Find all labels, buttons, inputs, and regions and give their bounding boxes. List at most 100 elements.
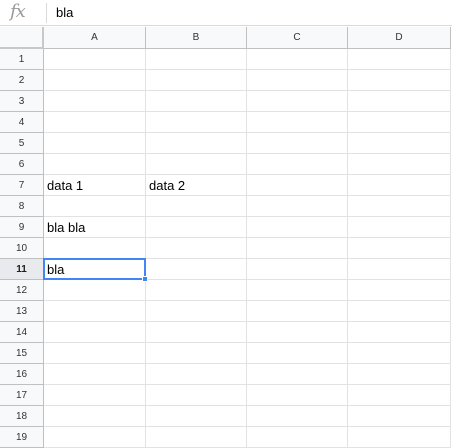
cell-b2[interactable] <box>146 70 247 91</box>
cell-d8[interactable] <box>348 196 451 217</box>
cell-b17[interactable] <box>146 385 247 406</box>
cell-a10[interactable] <box>44 238 146 259</box>
cell-d13[interactable] <box>348 301 451 322</box>
row-header-12[interactable]: 12 <box>0 280 44 301</box>
row-header-16[interactable]: 16 <box>0 364 44 385</box>
cell-c6[interactable] <box>247 154 348 175</box>
cell-b7[interactable]: data 2 <box>146 175 247 196</box>
cell-b18[interactable] <box>146 406 247 427</box>
row-header-3[interactable]: 3 <box>0 91 44 112</box>
cell-c17[interactable] <box>247 385 348 406</box>
row-header-9[interactable]: 9 <box>0 217 44 238</box>
cell-c14[interactable] <box>247 322 348 343</box>
cell-c4[interactable] <box>247 112 348 133</box>
column-header-c[interactable]: C <box>247 27 348 49</box>
cell-a11[interactable]: bla <box>44 259 146 280</box>
cell-a2[interactable] <box>44 70 146 91</box>
cell-d6[interactable] <box>348 154 451 175</box>
cell-d14[interactable] <box>348 322 451 343</box>
cell-b10[interactable] <box>146 238 247 259</box>
cell-a7[interactable]: data 1 <box>44 175 146 196</box>
cell-c10[interactable] <box>247 238 348 259</box>
cell-c5[interactable] <box>247 133 348 154</box>
cell-d17[interactable] <box>348 385 451 406</box>
cell-c13[interactable] <box>247 301 348 322</box>
cell-c7[interactable] <box>247 175 348 196</box>
cell-c1[interactable] <box>247 49 348 70</box>
cell-d10[interactable] <box>348 238 451 259</box>
cell-d2[interactable] <box>348 70 451 91</box>
cell-d18[interactable] <box>348 406 451 427</box>
cell-a4[interactable] <box>44 112 146 133</box>
cell-d7[interactable] <box>348 175 451 196</box>
cell-c15[interactable] <box>247 343 348 364</box>
cell-d4[interactable] <box>348 112 451 133</box>
cell-d3[interactable] <box>348 91 451 112</box>
cell-a9[interactable]: bla bla <box>44 217 146 238</box>
cell-b15[interactable] <box>146 343 247 364</box>
cell-b19[interactable] <box>146 427 247 448</box>
cell-a5[interactable] <box>44 133 146 154</box>
cell-d9[interactable] <box>348 217 451 238</box>
cell-c3[interactable] <box>247 91 348 112</box>
column-header-a[interactable]: A <box>44 27 146 49</box>
fill-handle[interactable] <box>142 276 148 282</box>
cell-c12[interactable] <box>247 280 348 301</box>
row-header-15[interactable]: 15 <box>0 343 44 364</box>
cell-b11[interactable] <box>146 259 247 280</box>
cell-b9[interactable] <box>146 217 247 238</box>
cell-d5[interactable] <box>348 133 451 154</box>
cell-a15[interactable] <box>44 343 146 364</box>
row-header-2[interactable]: 2 <box>0 70 44 91</box>
cell-a19[interactable] <box>44 427 146 448</box>
row-header-10[interactable]: 10 <box>0 238 44 259</box>
cell-a18[interactable] <box>44 406 146 427</box>
cell-d11[interactable] <box>348 259 451 280</box>
cell-a12[interactable] <box>44 280 146 301</box>
cell-a16[interactable] <box>44 364 146 385</box>
cell-a17[interactable] <box>44 385 146 406</box>
cell-b14[interactable] <box>146 322 247 343</box>
cell-b8[interactable] <box>146 196 247 217</box>
row-header-11[interactable]: 11 <box>0 259 44 280</box>
cell-b3[interactable] <box>146 91 247 112</box>
select-all-corner[interactable] <box>0 27 44 49</box>
column-header-b[interactable]: B <box>146 27 247 49</box>
row-header-1[interactable]: 1 <box>0 49 44 70</box>
row-header-8[interactable]: 8 <box>0 196 44 217</box>
cell-a3[interactable] <box>44 91 146 112</box>
cell-c8[interactable] <box>247 196 348 217</box>
cell-b1[interactable] <box>146 49 247 70</box>
row-header-19[interactable]: 19 <box>0 427 44 448</box>
cell-b6[interactable] <box>146 154 247 175</box>
cell-b4[interactable] <box>146 112 247 133</box>
cell-a13[interactable] <box>44 301 146 322</box>
cell-d1[interactable] <box>348 49 451 70</box>
row-header-5[interactable]: 5 <box>0 133 44 154</box>
cell-c16[interactable] <box>247 364 348 385</box>
cell-d15[interactable] <box>348 343 451 364</box>
formula-input[interactable]: bla <box>56 0 73 26</box>
cell-b5[interactable] <box>146 133 247 154</box>
row-header-18[interactable]: 18 <box>0 406 44 427</box>
cell-c19[interactable] <box>247 427 348 448</box>
column-header-d[interactable]: D <box>348 27 451 49</box>
cell-c18[interactable] <box>247 406 348 427</box>
cell-a6[interactable] <box>44 154 146 175</box>
cell-d19[interactable] <box>348 427 451 448</box>
cell-b16[interactable] <box>146 364 247 385</box>
cell-b12[interactable] <box>146 280 247 301</box>
row-header-13[interactable]: 13 <box>0 301 44 322</box>
cell-b13[interactable] <box>146 301 247 322</box>
row-header-14[interactable]: 14 <box>0 322 44 343</box>
cell-d16[interactable] <box>348 364 451 385</box>
row-header-4[interactable]: 4 <box>0 112 44 133</box>
cell-a1[interactable] <box>44 49 146 70</box>
cell-c2[interactable] <box>247 70 348 91</box>
cell-d12[interactable] <box>348 280 451 301</box>
cell-c11[interactable] <box>247 259 348 280</box>
row-header-7[interactable]: 7 <box>0 175 44 196</box>
row-header-17[interactable]: 17 <box>0 385 44 406</box>
cell-c9[interactable] <box>247 217 348 238</box>
cell-a14[interactable] <box>44 322 146 343</box>
